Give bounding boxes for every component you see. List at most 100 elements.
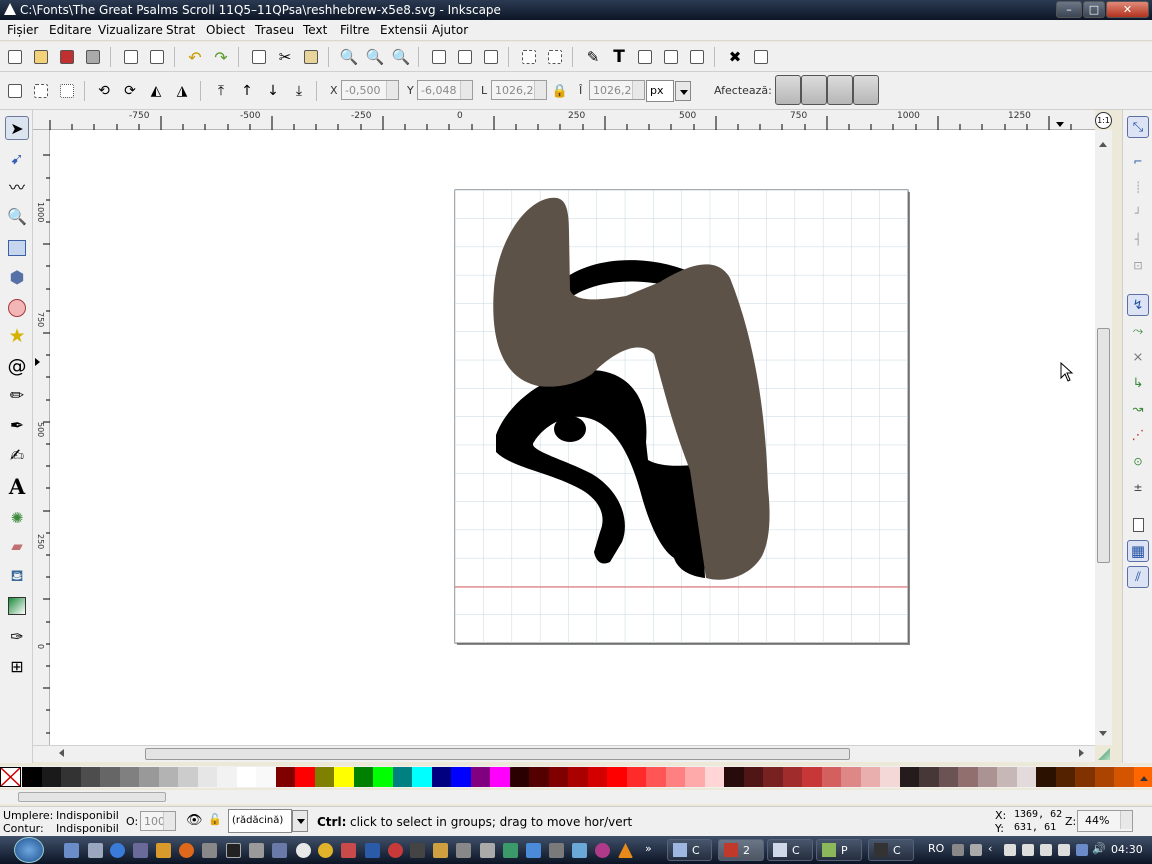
menu-filtre[interactable]: Filtre	[340, 23, 369, 37]
palette-swatch[interactable]	[743, 767, 764, 787]
open-icon[interactable]	[32, 48, 50, 66]
star-tool-icon[interactable]: ★	[5, 324, 29, 348]
rotate-cw-icon[interactable]: ⟳	[121, 82, 139, 100]
maximize-button[interactable]: □	[1083, 1, 1105, 18]
palette-swatch[interactable]	[1036, 767, 1056, 787]
pencil-tool-icon[interactable]: ✏	[5, 384, 29, 408]
menu-fisier[interactable]: Fișier	[7, 23, 38, 37]
menu-strat[interactable]: Strat	[166, 23, 195, 37]
palette-swatch[interactable]	[509, 767, 530, 787]
print-icon[interactable]	[84, 48, 102, 66]
raise-icon[interactable]: ↑	[238, 82, 256, 100]
quicklaunch-icon[interactable]	[526, 843, 541, 858]
palette-swatch[interactable]	[236, 767, 257, 787]
palette-swatch[interactable]	[802, 767, 822, 787]
tray-expand-icon[interactable]: ‹	[988, 842, 992, 855]
snap-intersection-icon[interactable]: ⨯	[1127, 346, 1149, 368]
spray-tool-icon[interactable]: ✺	[5, 506, 29, 530]
snap-bbox-icon[interactable]: ⌐	[1127, 150, 1149, 172]
palette-swatch[interactable]	[314, 767, 335, 787]
menu-text[interactable]: Text	[303, 23, 327, 37]
palette-swatch[interactable]	[373, 767, 393, 787]
palette-swatch[interactable]	[665, 767, 686, 787]
palette-swatch[interactable]	[529, 767, 549, 787]
switch-windows-icon[interactable]	[88, 843, 103, 858]
snap-rotation-center-icon[interactable]: ±	[1127, 476, 1149, 498]
taskbar-app-explorer[interactable]: C	[667, 839, 712, 861]
snap-bbox-corner-icon[interactable]: ┘	[1127, 202, 1149, 224]
node-tool-icon[interactable]: ➹	[5, 146, 29, 170]
flip-horizontal-icon[interactable]: ◭	[147, 82, 165, 100]
vertical-scrollbar[interactable]	[1095, 130, 1112, 745]
quicklaunch-icon[interactable]	[249, 843, 264, 858]
palette-swatch[interactable]	[763, 767, 783, 787]
snap-midpoint-icon[interactable]: ⋰	[1127, 424, 1149, 446]
rotate-ccw-icon[interactable]: ⟲	[95, 82, 113, 100]
scroll-up-arrow[interactable]	[1099, 138, 1107, 147]
taskbar-app-notepad[interactable]: C	[767, 839, 813, 861]
tray-icon[interactable]	[970, 844, 982, 856]
select-all-layers-icon[interactable]	[32, 82, 50, 100]
calligraphy-tool-icon[interactable]: ✍	[5, 444, 29, 468]
taskbar-app-paint[interactable]: P	[816, 839, 862, 861]
tray-icon[interactable]	[1004, 844, 1016, 856]
zoom-drawing-icon[interactable]: 🔍	[366, 48, 385, 66]
palette-swatch[interactable]	[22, 767, 42, 787]
quicklaunch-icon[interactable]	[410, 843, 425, 858]
tray-icon[interactable]	[1058, 844, 1070, 856]
quicklaunch-icon[interactable]	[296, 843, 311, 858]
horizontal-scrollbar[interactable]	[33, 745, 1095, 762]
layer-lock-icon[interactable]: 🔓	[208, 813, 222, 826]
palette-swatch[interactable]	[899, 767, 920, 787]
palette-swatch[interactable]	[197, 767, 218, 787]
select-all-icon[interactable]	[6, 82, 24, 100]
palette-swatch[interactable]	[587, 767, 608, 787]
quicklaunch-icon[interactable]	[433, 843, 448, 858]
palette-swatch[interactable]	[607, 767, 627, 787]
menu-vizualizare[interactable]: Vizualizare	[98, 23, 163, 37]
snap-guide-icon[interactable]: ⫽	[1127, 566, 1149, 588]
raise-to-top-icon[interactable]: ⤒	[212, 82, 230, 100]
dropper-tool-icon[interactable]: ✑	[5, 624, 29, 648]
show-desktop-icon[interactable]	[64, 843, 79, 858]
x-field[interactable]: -0,500	[341, 80, 399, 100]
deselect-icon[interactable]	[58, 82, 76, 100]
layers-icon[interactable]	[636, 48, 654, 66]
palette-swatch[interactable]	[275, 767, 296, 787]
quicklaunch-icon[interactable]	[572, 843, 587, 858]
snap-grid-icon[interactable]: ▦	[1127, 540, 1149, 562]
layer-dropdown-arrow[interactable]	[292, 810, 308, 832]
palette-swatch[interactable]	[1055, 767, 1076, 787]
close-button[interactable]: ✕	[1106, 1, 1149, 18]
lock-icon[interactable]: 🔒	[551, 82, 569, 100]
palette-swatch[interactable]	[938, 767, 959, 787]
lower-to-bottom-icon[interactable]: ⤓	[290, 82, 308, 100]
snap-bbox-edge-icon[interactable]: ┊	[1127, 176, 1149, 198]
menu-traseu[interactable]: Traseu	[255, 23, 294, 37]
palette-swatch[interactable]	[977, 767, 998, 787]
palette-scroll-thumb[interactable]	[18, 792, 166, 802]
quicklaunch-icon[interactable]	[365, 843, 380, 858]
palette-swatch[interactable]	[353, 767, 374, 787]
snap-bbox-midpoint-icon[interactable]: ┤	[1127, 228, 1149, 250]
vlc-icon[interactable]	[618, 843, 633, 858]
copy-icon[interactable]	[250, 48, 268, 66]
palette-swatch[interactable]	[626, 767, 647, 787]
palette-swatch[interactable]	[685, 767, 705, 787]
layer-select[interactable]: (rădăcină)	[228, 809, 292, 833]
palette-swatch[interactable]	[704, 767, 725, 787]
no-paint-swatch[interactable]	[0, 767, 21, 787]
palette-swatch[interactable]	[392, 767, 413, 787]
selector-tool-icon[interactable]: ➤	[5, 116, 29, 140]
palette-swatch[interactable]	[295, 767, 315, 787]
clone-icon[interactable]	[456, 48, 474, 66]
snap-path-icon[interactable]: ⤳	[1127, 320, 1149, 342]
snap-center-icon[interactable]: ⊙	[1127, 450, 1149, 472]
ellipse-tool-icon[interactable]	[5, 296, 29, 320]
stroke-value[interactable]: Indisponibil	[56, 822, 119, 835]
palette-swatch[interactable]	[646, 767, 666, 787]
quicklaunch-icon[interactable]	[388, 843, 403, 858]
palette-swatch[interactable]	[841, 767, 861, 787]
redo-icon[interactable]: ↷	[212, 48, 230, 67]
palette-swatch[interactable]	[139, 767, 159, 787]
